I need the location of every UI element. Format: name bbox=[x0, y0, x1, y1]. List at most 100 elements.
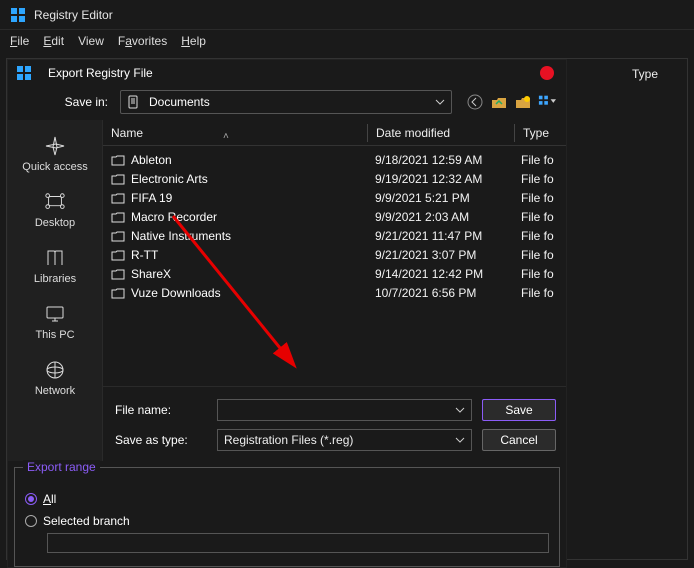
file-name-input[interactable] bbox=[217, 399, 472, 421]
table-row[interactable]: Ableton 9/18/2021 12:59 AMFile fo bbox=[103, 150, 566, 169]
chevron-down-icon[interactable] bbox=[455, 405, 465, 415]
main-area: Type Export Registry File Save in: Docum… bbox=[6, 58, 688, 560]
file-name-label: File name: bbox=[113, 403, 207, 417]
table-row[interactable]: Native Instruments 9/21/2021 11:47 PMFile… bbox=[103, 226, 566, 245]
folder-icon bbox=[111, 248, 125, 262]
col-name-label: Name bbox=[111, 126, 143, 140]
chevron-down-icon bbox=[435, 97, 445, 107]
export-selected-label: Selected branch bbox=[43, 514, 130, 528]
folder-icon bbox=[111, 267, 125, 281]
app-icon bbox=[10, 7, 26, 23]
radio-icon bbox=[25, 515, 37, 527]
places-bar: Quick access Desktop Libraries This PC N… bbox=[8, 120, 102, 461]
place-desktop[interactable]: Desktop bbox=[8, 182, 102, 238]
row-type: File fo bbox=[513, 153, 566, 167]
menu-edit[interactable]: Edit bbox=[43, 34, 64, 48]
row-date: 9/9/2021 5:21 PM bbox=[367, 191, 513, 205]
app-titlebar: Registry Editor bbox=[0, 0, 694, 30]
row-name: Ableton bbox=[131, 153, 172, 167]
row-type: File fo bbox=[513, 267, 566, 281]
row-name: Native Instruments bbox=[131, 229, 231, 243]
row-date: 9/9/2021 2:03 AM bbox=[367, 210, 513, 224]
menu-view[interactable]: View bbox=[78, 34, 104, 48]
cancel-button[interactable]: Cancel bbox=[482, 429, 556, 451]
this-pc-icon bbox=[44, 303, 66, 325]
back-icon[interactable] bbox=[466, 93, 484, 111]
place-network[interactable]: Network bbox=[8, 350, 102, 406]
save-in-value: Documents bbox=[149, 95, 427, 109]
place-this-pc-label: This PC bbox=[35, 329, 74, 341]
menu-help[interactable]: Help bbox=[181, 34, 206, 48]
row-name: FIFA 19 bbox=[131, 191, 172, 205]
table-row[interactable]: Vuze Downloads10/7/2021 6:56 PMFile fo bbox=[103, 283, 566, 302]
place-desktop-label: Desktop bbox=[35, 217, 75, 229]
table-row[interactable]: ShareX9/14/2021 12:42 PMFile fo bbox=[103, 264, 566, 283]
branch-path-input[interactable] bbox=[47, 533, 549, 553]
row-type: File fo bbox=[513, 248, 566, 262]
row-type: File fo bbox=[513, 191, 566, 205]
chevron-down-icon bbox=[455, 435, 465, 445]
place-network-label: Network bbox=[35, 385, 75, 397]
place-libraries[interactable]: Libraries bbox=[8, 238, 102, 294]
export-all-label: All bbox=[43, 492, 56, 506]
row-date: 9/19/2021 12:32 AM bbox=[367, 172, 513, 186]
table-row[interactable]: FIFA 19 9/9/2021 5:21 PMFile fo bbox=[103, 188, 566, 207]
col-type[interactable]: Type bbox=[515, 126, 566, 140]
save-as-type-value: Registration Files (*.reg) bbox=[224, 433, 353, 447]
quick-access-icon bbox=[44, 135, 66, 157]
folder-icon bbox=[111, 191, 125, 205]
row-date: 9/14/2021 12:42 PM bbox=[367, 267, 513, 281]
place-this-pc[interactable]: This PC bbox=[8, 294, 102, 350]
right-col-type[interactable]: Type bbox=[572, 59, 687, 89]
new-folder-icon[interactable] bbox=[514, 93, 532, 111]
row-name: Macro Recorder bbox=[131, 210, 217, 224]
row-name: R-TT bbox=[131, 248, 158, 262]
row-date: 9/21/2021 3:07 PM bbox=[367, 248, 513, 262]
save-as-type-dropdown[interactable]: Registration Files (*.reg) bbox=[217, 429, 472, 451]
menu-file[interactable]: File bbox=[10, 34, 29, 48]
menubar: File Edit View Favorites Help bbox=[0, 30, 694, 52]
save-in-dropdown[interactable]: Documents bbox=[120, 90, 452, 114]
app-title: Registry Editor bbox=[34, 8, 113, 22]
row-type: File fo bbox=[513, 172, 566, 186]
place-libraries-label: Libraries bbox=[34, 273, 76, 285]
row-date: 9/18/2021 12:59 AM bbox=[367, 153, 513, 167]
folder-icon bbox=[111, 172, 125, 186]
export-all-radio[interactable]: All bbox=[25, 488, 549, 510]
dialog-title: Export Registry File bbox=[48, 66, 153, 80]
export-range-group: Export range All Selected branch bbox=[14, 467, 560, 567]
export-selected-radio[interactable]: Selected branch bbox=[25, 510, 549, 532]
libraries-icon bbox=[44, 247, 66, 269]
desktop-icon bbox=[44, 191, 66, 213]
save-in-row: Save in: Documents bbox=[8, 86, 566, 120]
table-row[interactable]: Macro Recorder 9/9/2021 2:03 AMFile fo bbox=[103, 207, 566, 226]
export-dialog: Export Registry File Save in: Documents bbox=[7, 59, 567, 568]
row-name: Vuze Downloads bbox=[131, 286, 221, 300]
list-header: Name ˄ Date modified Type bbox=[103, 120, 566, 146]
place-quick-access[interactable]: Quick access bbox=[8, 126, 102, 182]
table-row[interactable]: R-TT 9/21/2021 3:07 PMFile fo bbox=[103, 245, 566, 264]
radio-selected-icon bbox=[25, 493, 37, 505]
save-as-type-label: Save as type: bbox=[113, 433, 207, 447]
up-one-level-icon[interactable] bbox=[490, 93, 508, 111]
bottom-fields: File name: Save Save as type: Registrati… bbox=[103, 386, 566, 461]
col-name[interactable]: Name ˄ bbox=[103, 126, 367, 140]
export-range-legend: Export range bbox=[23, 460, 100, 474]
table-row[interactable]: Electronic Arts9/19/2021 12:32 AMFile fo bbox=[103, 169, 566, 188]
row-type: File fo bbox=[513, 210, 566, 224]
list-body[interactable]: Ableton9/18/2021 12:59 AMFile foElectron… bbox=[103, 146, 566, 386]
folder-icon bbox=[111, 210, 125, 224]
row-type: File fo bbox=[513, 229, 566, 243]
save-in-label: Save in: bbox=[18, 95, 112, 109]
place-quick-access-label: Quick access bbox=[22, 161, 87, 173]
sort-asc-icon: ˄ bbox=[223, 131, 229, 142]
view-menu-icon[interactable] bbox=[538, 93, 556, 111]
dialog-titlebar: Export Registry File bbox=[8, 60, 566, 86]
col-date[interactable]: Date modified bbox=[368, 126, 514, 140]
file-list: Name ˄ Date modified Type Ableton 9/18/20… bbox=[102, 120, 566, 461]
save-button[interactable]: Save bbox=[482, 399, 556, 421]
row-date: 9/21/2021 11:47 PM bbox=[367, 229, 513, 243]
row-date: 10/7/2021 6:56 PM bbox=[367, 286, 513, 300]
menu-favorites[interactable]: Favorites bbox=[118, 34, 167, 48]
dialog-icon bbox=[16, 65, 32, 81]
